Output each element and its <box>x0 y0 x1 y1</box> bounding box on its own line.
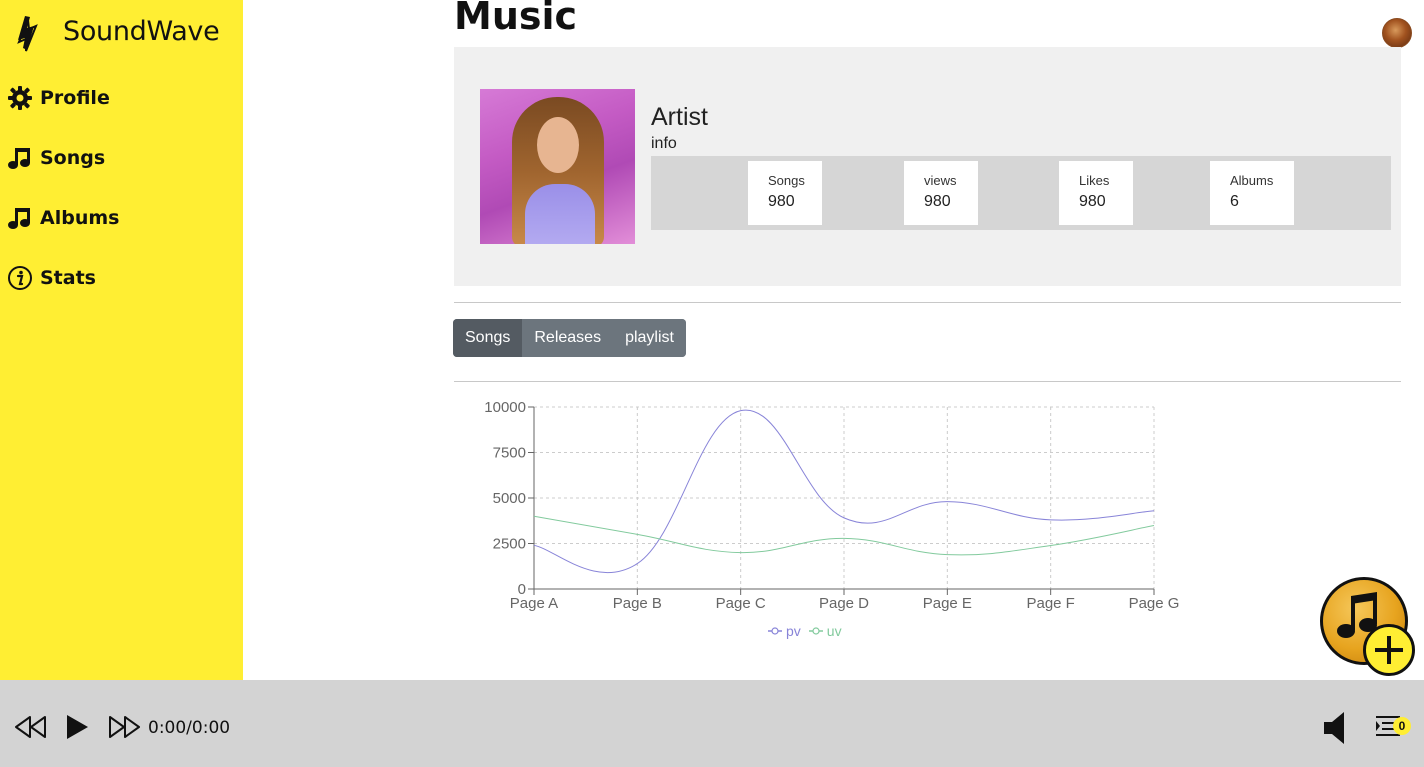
music-note-icon <box>7 205 33 231</box>
user-avatar[interactable] <box>1382 18 1412 48</box>
artist-photo <box>480 89 635 244</box>
artist-info: info <box>651 135 677 152</box>
tab-playlist[interactable]: playlist <box>613 319 686 357</box>
play-icon[interactable] <box>64 714 90 740</box>
stat-card-likes: Likes 980 <box>1059 161 1133 225</box>
sidebar-item-profile[interactable]: Profile <box>7 85 110 111</box>
x-tick-label: Page C <box>716 595 766 612</box>
volume-icon[interactable] <box>1322 710 1348 746</box>
x-tick-label: Page E <box>923 595 972 612</box>
plus-icon <box>1363 624 1415 676</box>
y-tick-label: 5000 <box>493 490 526 507</box>
stat-label: Likes <box>1079 173 1110 188</box>
stat-label: Songs <box>768 173 805 188</box>
fast-forward-icon[interactable] <box>107 714 141 740</box>
artist-name: Artist <box>651 103 708 131</box>
stat-card-albums: Albums 6 <box>1210 161 1294 225</box>
divider <box>454 302 1401 303</box>
music-note-icon <box>7 145 33 171</box>
legend-item-pv: pv <box>768 623 801 639</box>
x-tick-label: Page G <box>1129 595 1180 612</box>
stat-value: 6 <box>1230 193 1239 210</box>
brand[interactable]: SoundWave <box>14 12 220 54</box>
x-tick-label: Page B <box>613 595 662 612</box>
legend-label: uv <box>826 623 842 639</box>
tab-releases[interactable]: Releases <box>522 319 614 357</box>
info-icon <box>7 265 33 291</box>
stat-card-songs: Songs 980 <box>748 161 822 225</box>
brand-name: SoundWave <box>63 16 220 47</box>
player-bar: 0:00/0:00 <box>0 680 1424 767</box>
playback-time: 0:00/0:00 <box>148 718 231 738</box>
legend-item-uv: uv <box>808 623 842 639</box>
stat-card-views: views 980 <box>904 161 978 225</box>
chart-legend: pv uv <box>768 623 850 639</box>
stat-value: 980 <box>924 193 951 210</box>
stat-label: views <box>924 173 957 188</box>
legend-label: pv <box>786 623 801 639</box>
sidebar-item-label: Albums <box>40 207 120 229</box>
sidebar-item-stats[interactable]: Stats <box>7 265 96 291</box>
y-tick-label: 2500 <box>493 536 526 553</box>
tab-songs[interactable]: Songs <box>453 319 523 357</box>
sidebar-item-label: Songs <box>40 147 106 169</box>
stat-value: 980 <box>768 193 795 210</box>
lightning-bolt-icon <box>14 12 44 54</box>
content-tabs: Songs Releases playlist <box>453 319 686 357</box>
add-song-button[interactable] <box>1320 577 1415 676</box>
y-tick-label: 7500 <box>493 445 526 462</box>
x-tick-label: Page D <box>819 595 869 612</box>
y-tick-label: 10000 <box>484 399 526 416</box>
gear-icon <box>7 85 33 111</box>
sidebar: SoundWave Profile Songs Albums Stats <box>0 0 243 680</box>
page-title: Music <box>454 0 578 38</box>
artist-stats: Songs 980 views 980 Likes 980 Albums 6 <box>651 156 1391 230</box>
stats-chart: 0 2500 5000 7500 10000 Page A Page B Page C Page… <box>470 395 1210 650</box>
stat-value: 980 <box>1079 193 1106 210</box>
sidebar-item-songs[interactable]: Songs <box>7 145 105 171</box>
sidebar-item-label: Stats <box>40 267 96 289</box>
x-tick-label: Page F <box>1026 595 1074 612</box>
sidebar-item-albums[interactable]: Albums <box>7 205 119 231</box>
sidebar-item-label: Profile <box>40 87 110 109</box>
line-chart: 025005000750010000Page A Page B Page C Page… <box>484 399 1180 612</box>
queue-count-badge: 0 <box>1393 717 1411 735</box>
artist-panel: Artist info Songs 980 views 980 Likes 98… <box>454 47 1401 286</box>
x-tick-label: Page A <box>510 595 558 612</box>
rewind-icon[interactable] <box>14 714 48 740</box>
stat-label: Albums <box>1230 173 1274 188</box>
divider <box>454 381 1401 382</box>
